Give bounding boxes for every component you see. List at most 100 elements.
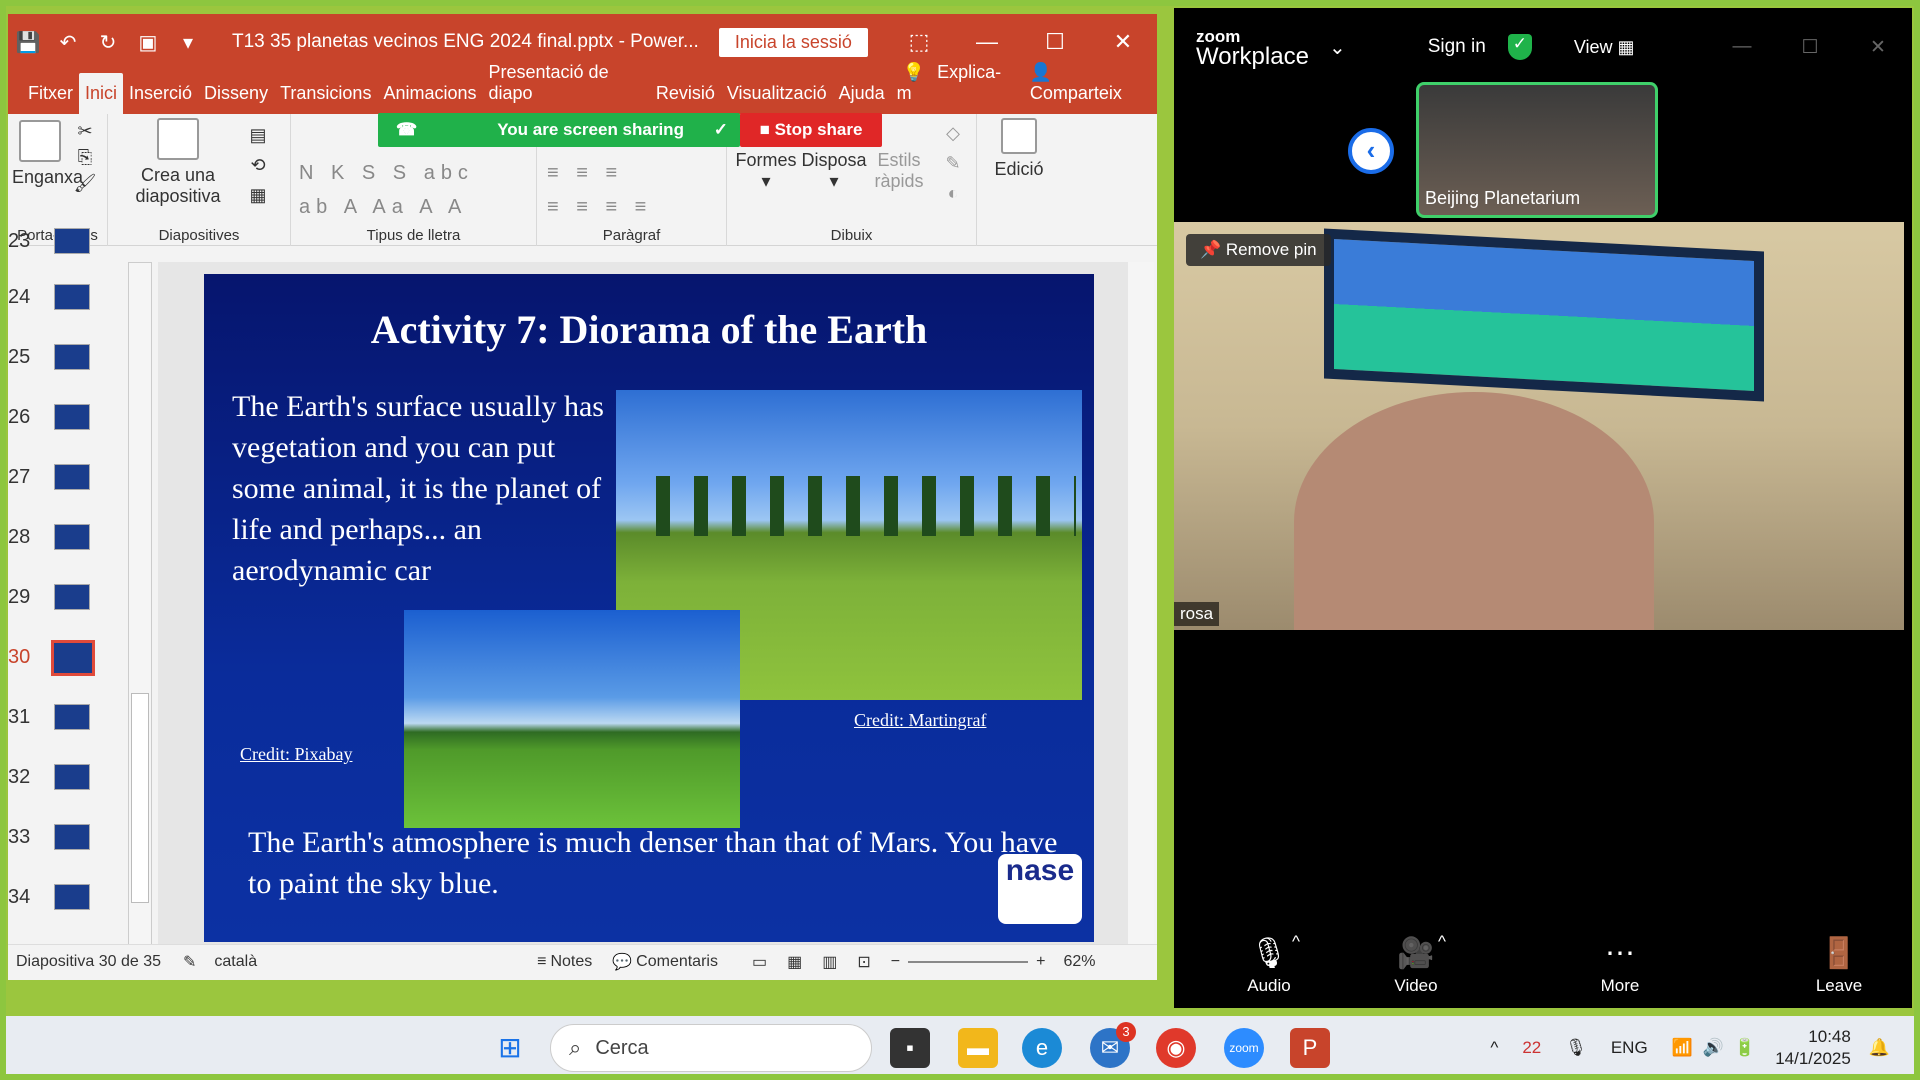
thumbnail[interactable]: 24 (8, 278, 118, 328)
align-icons[interactable]: ≡ ≡ ≡ ≡ (547, 196, 652, 219)
signin-button[interactable]: Inicia la sessió (718, 27, 868, 57)
edge-icon[interactable]: e (1022, 1028, 1062, 1068)
tab-visualitzacio[interactable]: Visualització (721, 83, 833, 114)
tab-transicions[interactable]: Transicions (274, 83, 377, 114)
sorter-view-icon[interactable]: ▦ (787, 952, 802, 972)
editing-button[interactable]: Edició (989, 118, 1049, 180)
thumbnail[interactable]: 34 (8, 878, 118, 928)
customize-icon[interactable]: ▾ (168, 30, 208, 55)
tab-fitxer[interactable]: Fitxer (22, 83, 79, 114)
screen-sharing-banner[interactable]: ☎ You are screen sharing ✓ (378, 113, 740, 147)
tab-ajuda[interactable]: Ajuda (833, 83, 891, 114)
view-button[interactable]: View ▦ (1574, 37, 1635, 58)
maximize-icon[interactable]: ☐ (1776, 36, 1844, 59)
chevron-up-icon[interactable]: ^ (1438, 932, 1446, 952)
microphone-icon[interactable]: 🎙 (1565, 1038, 1587, 1058)
save-icon[interactable]: 💾 (8, 30, 48, 55)
paste-button[interactable]: Enganxa (12, 120, 83, 188)
thumbnail[interactable]: 29 (8, 578, 118, 628)
close-icon[interactable]: ✕ (1089, 29, 1157, 55)
slide-title[interactable]: Activity 7: Diorama of the Earth (204, 306, 1094, 353)
zoom-slider[interactable] (908, 960, 1029, 963)
thumbnail-selected[interactable]: 30 (8, 638, 118, 688)
zoom-signin-button[interactable]: Sign in (1428, 36, 1486, 58)
fill-icons[interactable]: ◇ ✎ ◐ (933, 118, 973, 208)
tab-presentacio[interactable]: Presentació de diapo (483, 62, 650, 114)
volume-icon[interactable]: 🔊 (1703, 1038, 1724, 1058)
tab-inici[interactable]: Inici (79, 73, 124, 114)
chrome-icon[interactable]: ◉ (1156, 1028, 1196, 1068)
normal-view-icon[interactable]: ▭ (752, 952, 767, 972)
thumbnail[interactable]: 31 (8, 698, 118, 748)
present-icon[interactable]: ▣ (128, 30, 168, 55)
format-painter-icon[interactable]: 🖌 (74, 173, 97, 193)
tab-explica[interactable]: 💡 Explica-m (891, 62, 1018, 114)
more-button[interactable]: ⋯ More (1590, 932, 1650, 996)
undo-icon[interactable]: ↶ (48, 30, 88, 55)
spellcheck-icon[interactable]: ✎ (183, 952, 196, 972)
thumbnail[interactable]: 32 (8, 758, 118, 808)
font-size-icons[interactable]: ab A Aa A A (299, 196, 467, 219)
zoom-in-icon[interactable]: + (1036, 953, 1045, 971)
pinned-video[interactable]: 📌 Remove pin rosa (1174, 222, 1904, 630)
leave-button[interactable]: 🚪 Leave (1804, 932, 1874, 996)
chevron-up-icon[interactable]: ^ (1490, 1038, 1498, 1058)
notes-button[interactable]: Notes (550, 953, 592, 971)
thumbnail-scrollbar[interactable] (128, 262, 152, 952)
previous-page-button[interactable]: ‹ (1348, 128, 1394, 174)
font-style-icons[interactable]: N K S S abc (299, 162, 474, 185)
indent-icons[interactable]: ≡ ≡ ≡ (547, 162, 623, 185)
taskbar-search[interactable]: ⌕ Cerca (550, 1024, 872, 1072)
slide-scrollbar[interactable] (1128, 262, 1154, 952)
copy-icon[interactable]: ⎘ (78, 147, 92, 167)
stop-share-button[interactable]: ■ Stop share (740, 113, 882, 147)
minimize-icon[interactable]: — (1708, 36, 1776, 59)
calendar-icon[interactable]: 22 (1522, 1038, 1541, 1058)
video-button[interactable]: 🎥 Video (1366, 932, 1466, 996)
credit-martingraf[interactable]: Credit: Martingraf (854, 710, 986, 731)
thumbnail[interactable]: 25 (8, 338, 118, 388)
slide-body-text[interactable]: The Earth's surface usually has vegetati… (232, 386, 612, 591)
tab-comparteix[interactable]: 👤Comparteix (1018, 62, 1157, 114)
reset-icon[interactable]: ⟲ (250, 155, 265, 175)
credit-pixabay[interactable]: Credit: Pixabay (240, 744, 352, 765)
comments-button[interactable]: Comentaris (636, 953, 718, 971)
zoom-app-icon[interactable]: zoom (1224, 1028, 1264, 1068)
new-slide-button[interactable]: Crea una diapositiva (128, 118, 228, 207)
close-icon[interactable]: ✕ (1844, 36, 1912, 59)
layout-icon[interactable]: ▤ (249, 125, 266, 145)
shapes-button[interactable]: Formes ▾ (731, 150, 801, 192)
slideshow-icon[interactable]: ⊡ (857, 952, 870, 972)
slide[interactable]: Activity 7: Diorama of the Earth The Ear… (204, 274, 1094, 942)
meadow-image[interactable] (404, 610, 740, 828)
wifi-icon[interactable]: 📶 (1672, 1038, 1693, 1058)
section-icon[interactable]: ▦ (249, 185, 266, 205)
notification-bell-icon[interactable]: 🔔 (1869, 1038, 1890, 1058)
chevron-up-icon[interactable]: ^ (1292, 932, 1300, 952)
battery-icon[interactable]: 🔋 (1734, 1038, 1755, 1058)
thumbnail[interactable]: 23 (8, 222, 118, 272)
zoom-level[interactable]: 62% (1063, 953, 1095, 971)
thumbnail[interactable]: 33 (8, 818, 118, 868)
tab-animacions[interactable]: Animacions (377, 83, 482, 114)
participant-tile[interactable]: Beijing Planetarium (1416, 82, 1658, 218)
shield-icon[interactable]: ✓ (1507, 34, 1532, 60)
clock[interactable]: 10:48 14/1/2025 (1775, 1026, 1851, 1070)
cut-icon[interactable]: ✂ (77, 121, 92, 141)
language-indicator[interactable]: català (214, 953, 257, 971)
windows-start-icon[interactable]: ⊞ (490, 1028, 530, 1068)
audio-button[interactable]: 🎙 Audio (1224, 932, 1314, 996)
redo-icon[interactable]: ↻ (88, 30, 128, 55)
slide-footer-text[interactable]: The Earth's atmosphere is much denser th… (248, 822, 1068, 904)
task-view-icon[interactable]: ▪ (890, 1028, 930, 1068)
arrange-button[interactable]: Disposa ▾ (799, 150, 869, 192)
thumbnail[interactable]: 27 (8, 458, 118, 508)
remove-pin-button[interactable]: 📌 Remove pin (1186, 234, 1331, 266)
zoom-out-icon[interactable]: − (891, 953, 900, 971)
thumbnail[interactable]: 26 (8, 398, 118, 448)
minimize-icon[interactable]: — (953, 29, 1021, 55)
reading-view-icon[interactable]: ▥ (822, 952, 837, 972)
chevron-down-icon[interactable]: ⌄ (1329, 35, 1346, 60)
thumbnail[interactable]: 28 (8, 518, 118, 568)
ribbon-display-icon[interactable]: ⬚ (885, 29, 953, 55)
